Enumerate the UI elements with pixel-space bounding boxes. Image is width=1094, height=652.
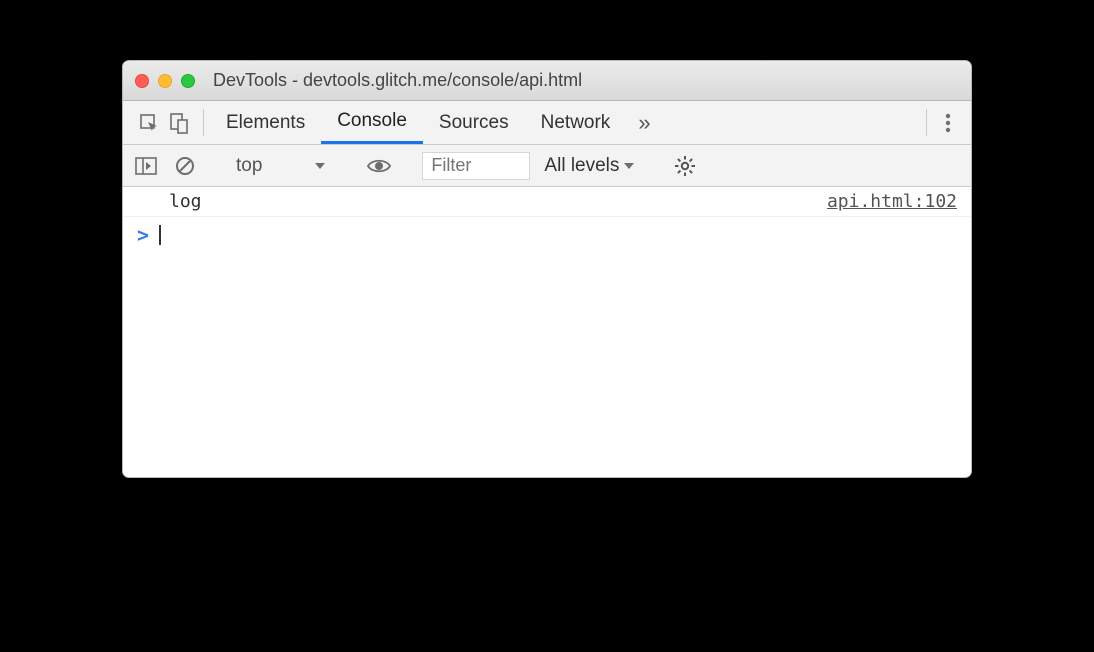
- tab-elements[interactable]: Elements: [210, 101, 321, 144]
- levels-label: All levels: [544, 155, 619, 177]
- context-selector[interactable]: top: [226, 153, 336, 179]
- tab-network[interactable]: Network: [525, 101, 627, 144]
- panel-tabs: Elements Console Sources Network »: [210, 101, 663, 144]
- titlebar: DevTools - devtools.glitch.me/console/ap…: [123, 61, 971, 101]
- divider: [203, 109, 204, 136]
- device-toggle-icon[interactable]: [169, 112, 189, 134]
- tab-console[interactable]: Console: [321, 101, 423, 144]
- fullscreen-window-icon[interactable]: [181, 74, 195, 88]
- log-entry: log api.html:102: [123, 187, 971, 217]
- console-toolbar: top All levels: [123, 145, 971, 187]
- dropdown-icon: [314, 162, 326, 170]
- inspect-icon[interactable]: [139, 113, 159, 133]
- log-levels-selector[interactable]: All levels: [536, 155, 643, 177]
- log-source-link[interactable]: api.html:102: [827, 191, 957, 212]
- tab-bar: Elements Console Sources Network »: [123, 101, 971, 145]
- divider: [926, 109, 927, 136]
- console-prompt[interactable]: >: [123, 217, 971, 253]
- context-label: top: [236, 155, 262, 177]
- filter-input[interactable]: [422, 152, 530, 180]
- console-settings-icon[interactable]: [668, 151, 702, 181]
- close-window-icon[interactable]: [135, 74, 149, 88]
- devtools-window: DevTools - devtools.glitch.me/console/ap…: [122, 60, 972, 478]
- toggle-sidebar-icon[interactable]: [129, 153, 163, 179]
- settings-menu-button[interactable]: [933, 101, 963, 144]
- console-output: log api.html:102 >: [123, 187, 971, 477]
- minimize-window-icon[interactable]: [158, 74, 172, 88]
- log-message: log: [169, 191, 202, 212]
- prompt-chevron-icon: >: [137, 223, 149, 247]
- clear-console-icon[interactable]: [169, 152, 201, 180]
- text-cursor: [159, 225, 161, 245]
- more-tabs-button[interactable]: »: [626, 110, 662, 136]
- dropdown-icon: [623, 162, 635, 170]
- window-title: DevTools - devtools.glitch.me/console/ap…: [213, 70, 582, 91]
- live-expression-icon[interactable]: [361, 154, 397, 178]
- tab-sources[interactable]: Sources: [423, 101, 525, 144]
- traffic-lights: [135, 74, 195, 88]
